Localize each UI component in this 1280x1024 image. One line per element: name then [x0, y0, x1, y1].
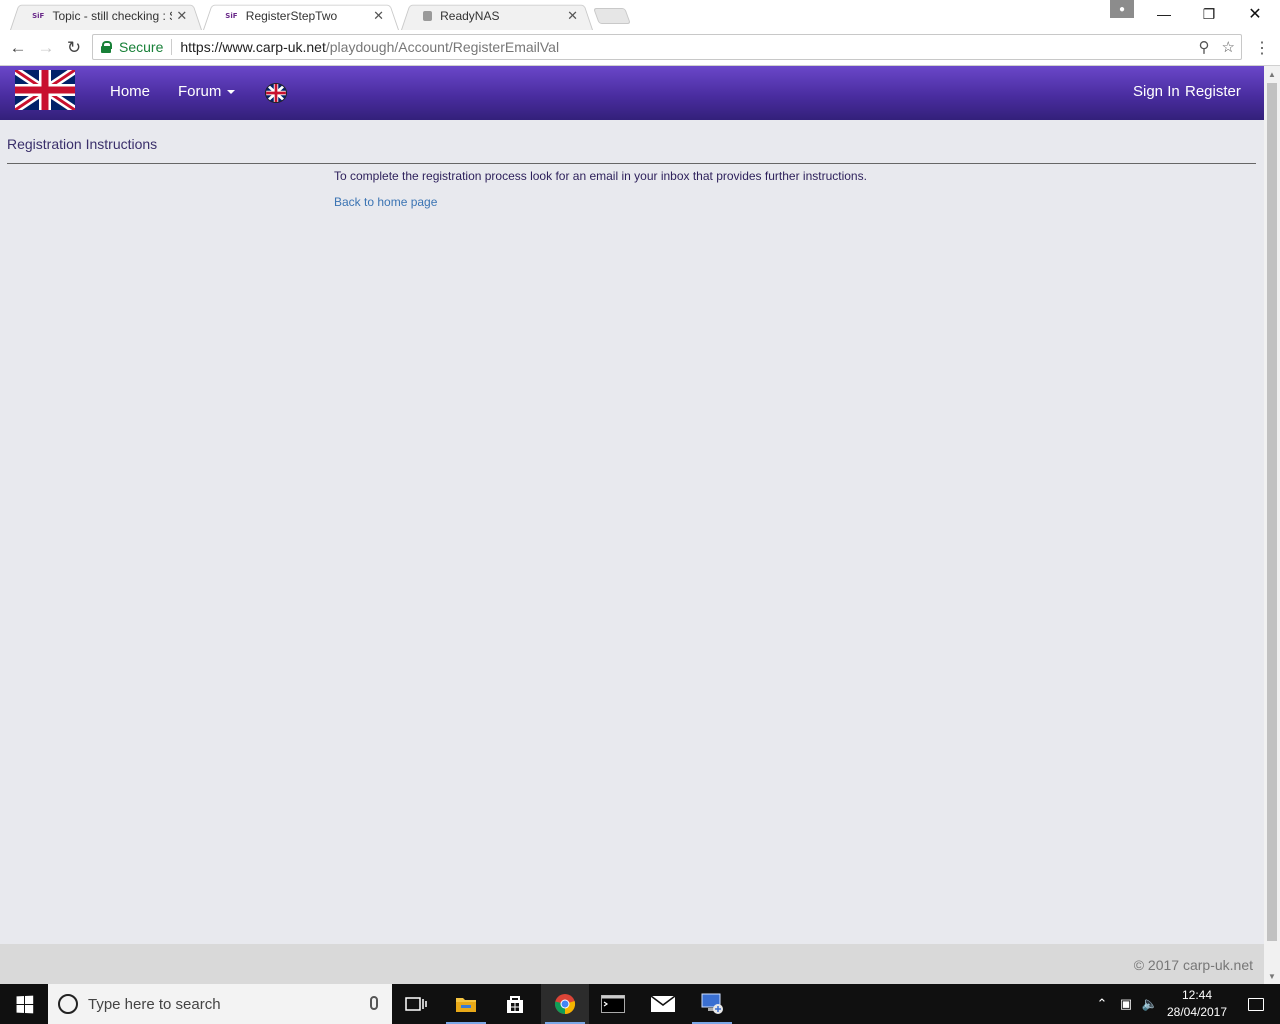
browser-tabstrip: SiF Topic - still checking : Sn ✕ ReadyN…	[0, 0, 1280, 30]
volume-icon[interactable]: 🔈	[1138, 996, 1162, 1012]
reload-icon[interactable]: ↻	[62, 36, 86, 60]
language-flag-icon[interactable]	[265, 83, 287, 103]
chrome-icon[interactable]	[541, 984, 589, 1024]
clock[interactable]: 12:44 28/04/2017	[1162, 987, 1232, 1021]
back-arrow-icon[interactable]: ←	[6, 36, 30, 60]
lock-icon	[101, 41, 112, 53]
bookmark-star-icon[interactable]: ☆	[1222, 38, 1235, 56]
union-jack-logo[interactable]	[15, 70, 75, 110]
start-button[interactable]	[0, 984, 48, 1024]
remote-desktop-icon[interactable]	[688, 984, 736, 1024]
secure-label: Secure	[119, 39, 164, 55]
chevron-up-icon[interactable]: ⌃	[1090, 996, 1114, 1012]
windows-taskbar: Type here to search ⌃ ▣ 🔈 12:44 28/04/20…	[0, 984, 1280, 1024]
system-tray: ⌃ ▣ 🔈 12:44 28/04/2017	[1090, 984, 1280, 1024]
site-favicon-icon: SiF	[225, 12, 238, 20]
divider	[7, 163, 1256, 164]
nav-home-link[interactable]: Home	[110, 83, 150, 100]
url-path: /playdough/Account/RegisterEmailVal	[325, 39, 560, 55]
cortana-icon	[58, 994, 78, 1014]
tab-readynas[interactable]: ReadyNAS ✕	[401, 2, 593, 30]
back-to-home-link[interactable]: Back to home page	[334, 195, 437, 209]
tab-register-step-two[interactable]: SiF RegisterStepTwo ✕	[203, 2, 399, 30]
nav-register-link[interactable]: Register	[1185, 83, 1241, 100]
new-tab-button[interactable]	[593, 8, 631, 24]
search-placeholder: Type here to search	[88, 995, 221, 1013]
address-bar[interactable]: Secure https://www.carp-uk.net/playdough…	[92, 34, 1242, 60]
minimize-icon[interactable]: —	[1141, 0, 1187, 28]
divider	[171, 39, 173, 55]
tab-close-icon[interactable]: ✕	[176, 8, 188, 24]
browser-toolbar: ← → ↻ Secure https://www.carp-uk.net/pla…	[0, 30, 1280, 66]
task-view-icon[interactable]	[392, 984, 440, 1024]
page-title: Registration Instructions	[7, 136, 158, 152]
microphone-icon[interactable]	[370, 996, 378, 1010]
taskbar-search[interactable]: Type here to search	[48, 984, 392, 1024]
forward-arrow-icon[interactable]: →	[34, 36, 58, 60]
caret-down-icon	[227, 90, 236, 95]
page-viewport: Home Forum Sign In Register Registration…	[0, 66, 1264, 984]
nav-sign-in-link[interactable]: Sign In	[1133, 83, 1180, 100]
file-explorer-icon[interactable]	[442, 984, 490, 1024]
key-icon[interactable]: ⚲	[1199, 38, 1210, 56]
tab-topic[interactable]: SiF Topic - still checking : Sn ✕	[10, 2, 202, 30]
profile-icon[interactable]: ●	[1110, 0, 1134, 18]
tab-title: RegisterStepTwo	[245, 9, 338, 23]
close-window-icon[interactable]: ✕	[1232, 0, 1278, 28]
browser-menu-icon[interactable]: ⋮	[1250, 36, 1274, 60]
page-scrollbar[interactable]: ▲ ▼	[1264, 66, 1280, 984]
notifications-icon[interactable]	[1232, 984, 1280, 1024]
site-favicon-icon: SiF	[32, 12, 45, 20]
clock-time: 12:44	[1181, 988, 1213, 1002]
scrollbar-thumb[interactable]	[1267, 83, 1277, 941]
nav-forum-dropdown[interactable]: Forum	[178, 83, 236, 100]
mail-icon[interactable]	[639, 984, 687, 1024]
nav-forum-label: Forum	[178, 83, 222, 100]
terminal-icon[interactable]	[589, 984, 637, 1024]
store-icon[interactable]	[491, 984, 539, 1024]
tab-close-icon[interactable]: ✕	[566, 8, 579, 24]
tab-close-icon[interactable]: ✕	[372, 8, 385, 24]
restore-icon[interactable]: ❐	[1186, 0, 1232, 28]
scroll-up-icon[interactable]: ▲	[1264, 66, 1280, 82]
page-footer: © 2017 carp-uk.net	[0, 944, 1264, 984]
page-favicon-icon	[423, 11, 433, 21]
instructions-text: To complete the registration process loo…	[334, 169, 867, 183]
windows-logo-icon	[16, 995, 33, 1013]
url-host: https://www.carp-uk.net	[180, 39, 326, 55]
tab-title: Topic - still checking : Sn	[52, 9, 172, 23]
network-icon[interactable]: ▣	[1114, 996, 1138, 1012]
site-navbar: Home Forum Sign In Register	[0, 66, 1264, 120]
scroll-down-icon[interactable]: ▼	[1264, 968, 1280, 984]
tab-title: ReadyNAS	[440, 9, 500, 23]
clock-date: 28/04/2017	[1166, 1005, 1228, 1019]
copyright-text: © 2017 carp-uk.net	[1133, 957, 1253, 973]
